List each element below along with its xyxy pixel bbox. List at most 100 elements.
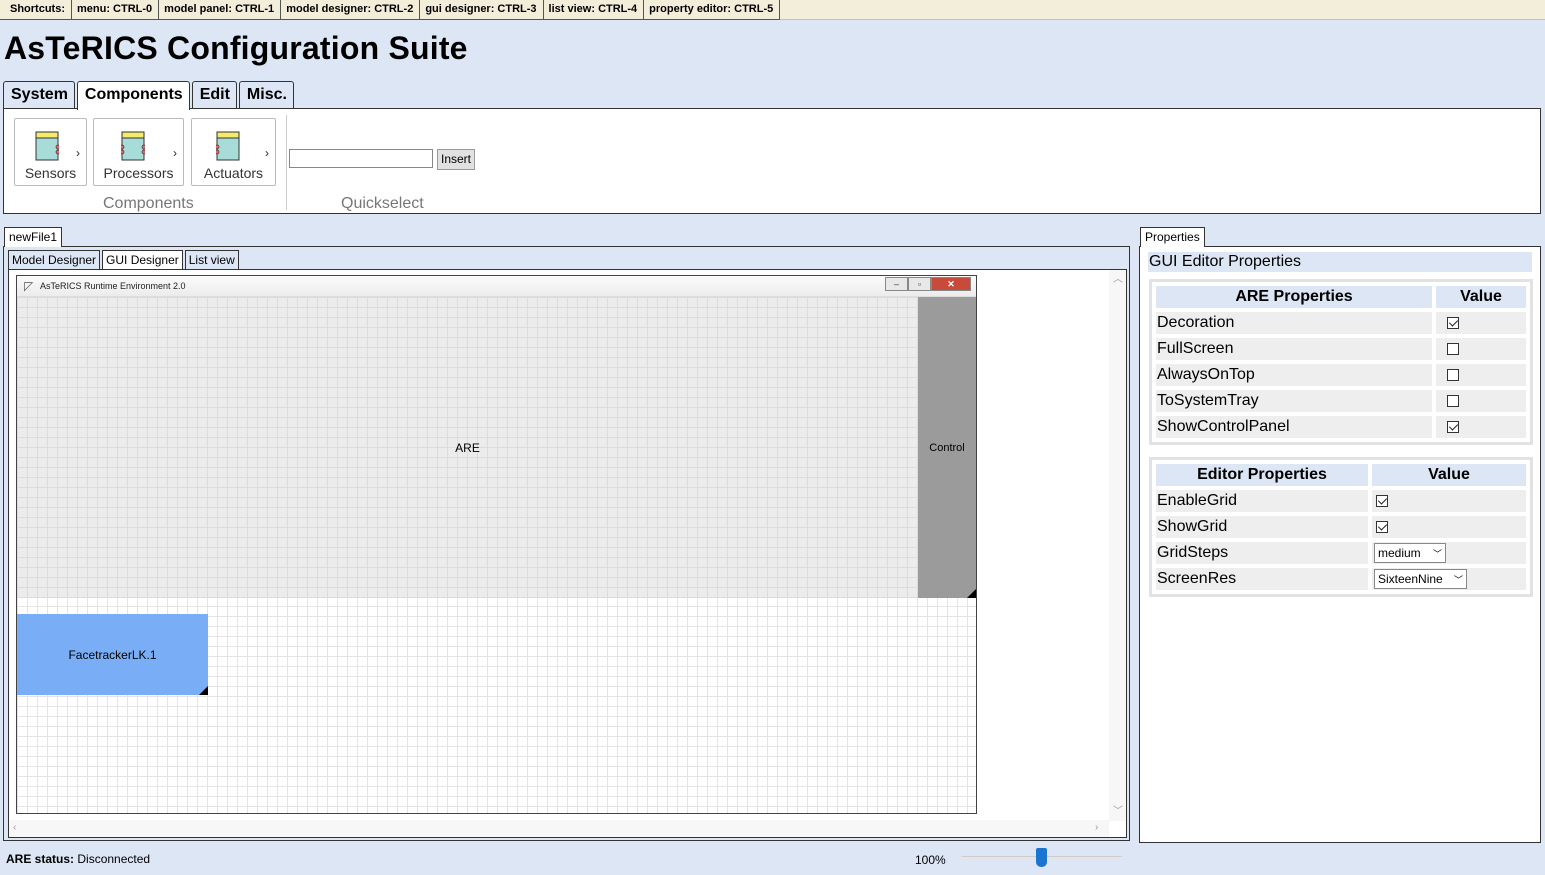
gridsteps-value: medium (1378, 546, 1421, 560)
insert-button[interactable]: Insert (437, 149, 476, 170)
gridsteps-label: GridSteps (1156, 542, 1368, 564)
control-resize-handle[interactable] (967, 589, 976, 598)
editor-value-header: Value (1372, 464, 1526, 486)
chevron-right-icon: › (76, 146, 80, 160)
sensors-button[interactable]: › Sensors (14, 118, 87, 186)
are-panel[interactable]: ARE (17, 297, 918, 598)
horizontal-scrollbar[interactable]: ‹ › (9, 820, 1109, 837)
scroll-right-icon[interactable]: › (1095, 822, 1098, 833)
facetracker-resize-handle[interactable] (199, 686, 208, 695)
fullscreen-label: FullScreen (1156, 338, 1432, 360)
ribbon: › Sensors › Processors › Actuators Compo… (3, 108, 1541, 214)
chevron-down-icon: ﹀ (1453, 574, 1463, 585)
quickselect-input[interactable] (289, 149, 433, 168)
are-value-header: Value (1436, 286, 1526, 308)
shortcut-model-designer: model designer: CTRL-2 (280, 0, 421, 20)
components-group-label: Components (103, 195, 194, 212)
table-row: Decoration (1156, 312, 1526, 334)
gridsteps-select[interactable]: medium ﹀ (1374, 543, 1446, 563)
sensors-label: Sensors (24, 165, 77, 181)
enablegrid-label: EnableGrid (1156, 490, 1368, 512)
actuators-label: Actuators (203, 165, 264, 181)
showgrid-checkbox[interactable] (1376, 520, 1388, 533)
scroll-up-icon[interactable]: ︿ (1113, 270, 1123, 285)
shortcut-property-editor: property editor: CTRL-5 (643, 0, 781, 20)
tab-edit[interactable]: Edit (191, 81, 237, 109)
tab-components[interactable]: Components (76, 81, 190, 110)
processors-button[interactable]: › Processors (93, 118, 184, 186)
gui-designer-canvas[interactable]: ◸ AsTeRICS Runtime Environment 2.0 – ▫ ✕… (8, 269, 1127, 838)
window-controls: – ▫ ✕ (885, 277, 971, 291)
quickselect-group-label: Quickselect (341, 195, 424, 212)
processors-label: Processors (103, 165, 174, 181)
screenres-value: SixteenNine (1378, 572, 1443, 586)
vertical-scrollbar[interactable]: ︿ ﹀ (1109, 270, 1126, 821)
main-tabs: System Components Edit Misc. (3, 81, 294, 110)
are-status-label: ARE status: (6, 852, 75, 866)
showgrid-label: ShowGrid (1156, 516, 1368, 538)
editor-properties-header: Editor Properties (1156, 464, 1368, 486)
are-status-value: Disconnected (77, 852, 151, 866)
decoration-checkbox[interactable] (1447, 316, 1459, 329)
actuators-button[interactable]: › Actuators (191, 118, 276, 186)
chevron-right-icon: › (173, 146, 177, 160)
tab-gui-designer[interactable]: GUI Designer (102, 250, 183, 270)
close-icon: ✕ (931, 277, 971, 291)
alwaysontop-checkbox[interactable] (1447, 368, 1459, 381)
tab-system[interactable]: System (3, 81, 75, 109)
table-row: AlwaysOnTop (1156, 364, 1526, 386)
showcontrolpanel-label: ShowControlPanel (1156, 416, 1432, 438)
decoration-label: Decoration (1156, 312, 1432, 334)
are-window-preview[interactable]: ◸ AsTeRICS Runtime Environment 2.0 – ▫ ✕… (16, 275, 977, 814)
enablegrid-checkbox[interactable] (1376, 494, 1388, 507)
actuator-icon (216, 131, 240, 161)
table-row: GridSteps medium ﹀ (1156, 542, 1526, 564)
zoom-slider-thumb[interactable] (1036, 848, 1047, 867)
table-row: ScreenRes SixteenNine ﹀ (1156, 568, 1526, 590)
are-properties-header: ARE Properties (1156, 286, 1432, 308)
table-row: EnableGrid (1156, 490, 1526, 512)
processor-icon (121, 131, 145, 161)
are-properties-table: ARE Properties Value Decoration FullScre… (1149, 279, 1533, 445)
editor-properties-table: Editor Properties Value EnableGrid ShowG… (1149, 457, 1533, 597)
ribbon-separator (286, 115, 287, 210)
are-status: ARE status: Disconnected (6, 852, 150, 866)
properties-panel: GUI Editor Properties ARE Properties Val… (1139, 246, 1541, 843)
table-row: ToSystemTray (1156, 390, 1526, 412)
are-window-title: AsTeRICS Runtime Environment 2.0 (40, 281, 186, 291)
zoom-label: 100% (915, 853, 946, 867)
app-title: AsTeRICS Configuration Suite (4, 30, 468, 66)
alwaysontop-label: AlwaysOnTop (1156, 364, 1432, 386)
properties-tab[interactable]: Properties (1140, 227, 1205, 247)
view-tabs: Model Designer GUI Designer List view (8, 250, 239, 270)
tosystemtray-label: ToSystemTray (1156, 390, 1432, 412)
tab-list-view[interactable]: List view (184, 250, 239, 269)
shortcut-list-view: list view: CTRL-4 (542, 0, 645, 20)
scroll-down-icon[interactable]: ﹀ (1113, 802, 1123, 817)
tab-model-designer[interactable]: Model Designer (8, 250, 101, 269)
screenres-select[interactable]: SixteenNine ﹀ (1374, 569, 1467, 589)
are-app-icon: ◸ (24, 279, 34, 293)
properties-header: GUI Editor Properties (1148, 252, 1532, 272)
table-row: FullScreen (1156, 338, 1526, 360)
scroll-left-icon[interactable]: ‹ (13, 822, 16, 833)
document-panel: Model Designer GUI Designer List view ◸ … (3, 246, 1130, 841)
document-tab[interactable]: newFile1 (4, 227, 63, 247)
shortcut-model-panel: model panel: CTRL-1 (158, 0, 282, 20)
are-window-titlebar: ◸ AsTeRICS Runtime Environment 2.0 – ▫ ✕ (17, 276, 976, 297)
screenres-label: ScreenRes (1156, 568, 1368, 590)
showcontrolpanel-checkbox[interactable] (1447, 420, 1459, 433)
shortcuts-bar: Shortcuts: menu: CTRL-0 model panel: CTR… (0, 0, 1545, 20)
table-row: ShowGrid (1156, 516, 1526, 538)
shortcut-menu: menu: CTRL-0 (71, 0, 160, 20)
chevron-down-icon: ﹀ (1432, 548, 1442, 559)
shortcuts-label: Shortcuts: (0, 0, 72, 20)
tab-misc[interactable]: Misc. (238, 81, 294, 109)
fullscreen-checkbox[interactable] (1447, 342, 1459, 355)
tosystemtray-checkbox[interactable] (1447, 394, 1459, 407)
chevron-right-icon: › (265, 146, 269, 160)
facetracker-element[interactable]: FacetrackerLK.1 (17, 614, 208, 695)
shortcut-gui-designer: gui designer: CTRL-3 (419, 0, 544, 20)
control-panel[interactable]: Control (918, 297, 976, 598)
maximize-icon: ▫ (908, 277, 931, 291)
